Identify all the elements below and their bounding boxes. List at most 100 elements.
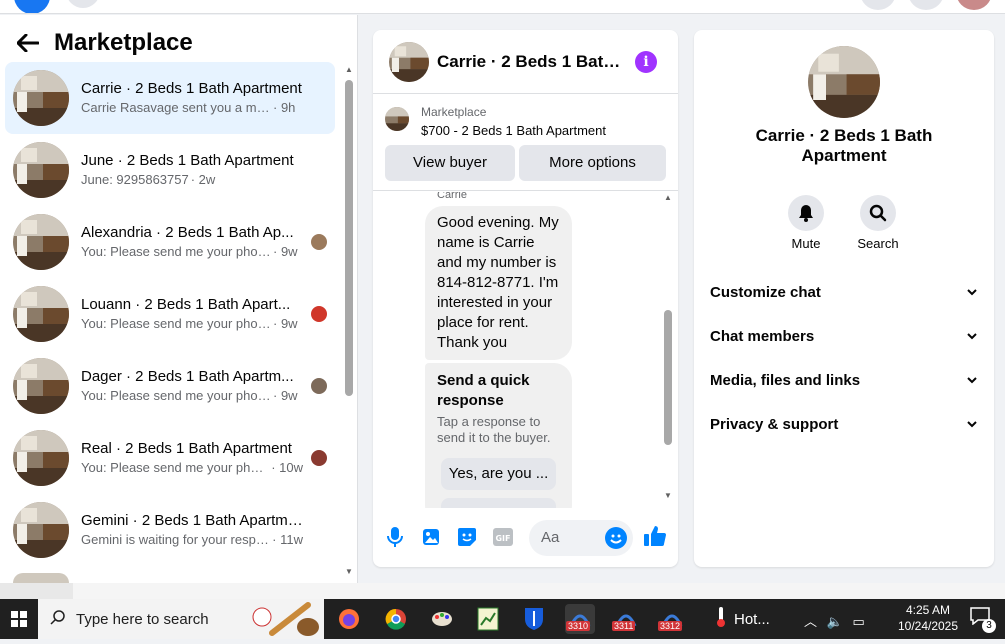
notification-center-icon[interactable]: 3: [970, 607, 996, 633]
spreadsheet-icon[interactable]: [473, 604, 503, 634]
clock-date: 10/24/2025: [897, 619, 959, 633]
conversation-time: · 2w: [190, 172, 216, 187]
quick-response-button[interactable]: Yes, are you ...: [441, 458, 556, 490]
photo-icon[interactable]: [420, 526, 442, 548]
customize-chat-section[interactable]: Customize chat: [710, 272, 978, 312]
contact-name: Carrie · 2 Beds 1 Bath Apartment: [755, 126, 933, 165]
listing-avatar: [13, 214, 69, 270]
conversation-snippet: You: Please send me your phone...: [81, 316, 271, 331]
quick-response-button[interactable]: [441, 498, 556, 508]
conversation-item[interactable]: Alexandria · 2 Beds 1 Bath Ap... You: Pl…: [5, 206, 335, 278]
search-highlight-baseball-icon: [242, 599, 322, 639]
search-icon[interactable]: [860, 195, 896, 231]
paint-icon[interactable]: [427, 604, 457, 634]
conversation-title: Louann · 2 Beds 1 Bath Apart...: [81, 296, 291, 313]
conversation-title: Gemini · 2 Beds 1 Bath Apartment: [81, 512, 303, 529]
conversation-item[interactable]: June · 2 Beds 1 Bath Apartment June: 929…: [5, 134, 335, 206]
conversation-snippet: You: Please send me your phon...: [81, 460, 270, 475]
chat-members-section[interactable]: Chat members: [710, 316, 978, 356]
conversation-item[interactable]: Gemini · 2 Beds 1 Bath Apartment Gemini …: [5, 494, 335, 566]
scroll-up-arrow-icon[interactable]: ▲: [663, 193, 673, 202]
search-icon: [50, 609, 66, 630]
listing-card: Marketplace $700 - 2 Beds 1 Bath Apartme…: [373, 95, 678, 191]
network-icon[interactable]: ▭: [852, 614, 864, 629]
sticker-icon[interactable]: [456, 526, 478, 548]
weather-text: Hot...: [734, 610, 770, 628]
conversation-snippet: You: Please send me your phone...: [81, 388, 271, 403]
view-buyer-button[interactable]: View buyer: [385, 145, 515, 181]
chat-scrollbar[interactable]: ▲ ▼: [663, 193, 673, 505]
app-window-3312[interactable]: 3312: [657, 604, 687, 634]
conversation-snippet: Gemini is waiting for your respon...: [81, 532, 271, 547]
messenger-icon[interactable]: [908, 0, 944, 10]
privacy-support-section[interactable]: Privacy & support: [710, 404, 978, 444]
mute-label: Mute: [791, 236, 821, 251]
sender-name: Carrie: [437, 192, 467, 201]
media-files-links-section[interactable]: Media, files and links: [710, 360, 978, 400]
chevron-down-icon: [966, 418, 978, 430]
chat-avatar[interactable]: [389, 41, 429, 82]
section-label: Chat members: [710, 327, 815, 345]
volume-icon[interactable]: 🔈: [827, 614, 843, 629]
window-badge: 3311: [612, 621, 636, 631]
back-arrow-icon[interactable]: [16, 31, 40, 55]
facebook-logo-icon[interactable]: [14, 0, 50, 13]
scroll-up-arrow-icon[interactable]: ▲: [344, 65, 354, 74]
gif-icon[interactable]: GIF: [492, 526, 514, 548]
chat-header: Carrie · 2 Beds 1 Bath ... i: [373, 30, 678, 94]
conversation-item[interactable]: Louann · 2 Beds 1 Bath Apart... You: Ple…: [5, 278, 335, 350]
conversation-time: · 11w: [272, 532, 303, 547]
system-clock[interactable]: 4:25 AM 10/24/2025: [894, 602, 962, 634]
windows-start-icon[interactable]: [0, 599, 38, 639]
menu-icon[interactable]: [860, 0, 896, 10]
conversation-item[interactable]: Real · 2 Beds 1 Bath Apartment You: Plea…: [5, 422, 335, 494]
scroll-down-arrow-icon[interactable]: ▼: [344, 567, 354, 576]
search-icon[interactable]: [66, 0, 100, 8]
thumbs-up-icon[interactable]: [643, 524, 669, 550]
conversation-item[interactable]: Carrie · 2 Beds 1 Bath Apartment Carrie …: [5, 62, 335, 134]
contact-avatar[interactable]: [808, 46, 880, 118]
thermometer-icon: [716, 606, 726, 632]
read-receipt-avatar: [311, 234, 327, 250]
taskbar-search-input[interactable]: Type here to search: [38, 599, 324, 639]
clock-time: 4:25 AM: [905, 603, 951, 617]
chat-title[interactable]: Carrie · 2 Beds 1 Bath ...: [437, 52, 627, 72]
emoji-icon[interactable]: [605, 527, 627, 549]
more-options-button[interactable]: More options: [519, 145, 666, 181]
app-window-3311[interactable]: 3311: [611, 604, 641, 634]
quick-response-card: Send a quick response Tap a response to …: [425, 363, 572, 508]
weather-widget[interactable]: Hot...: [716, 599, 770, 639]
sidebar-scrollbar[interactable]: ▲ ▼: [344, 65, 354, 579]
conversation-item[interactable]: Dager · 2 Beds 1 Bath Apartm... You: Ple…: [5, 350, 335, 422]
info-icon[interactable]: i: [635, 51, 657, 73]
conversation-time: · 9h: [273, 100, 296, 115]
system-tray[interactable]: ︿ 🔈 ▭: [804, 611, 865, 630]
conversation-time: · 9w: [273, 316, 298, 331]
listing-source: Marketplace: [421, 105, 487, 119]
conversation-snippet: Carrie Rasavage sent you a messag...: [81, 100, 271, 115]
chrome-icon[interactable]: [381, 604, 411, 634]
app-window-3310[interactable]: 3310: [565, 604, 595, 634]
bitwarden-icon[interactable]: [519, 604, 549, 634]
mute-action[interactable]: Mute: [776, 195, 836, 251]
microphone-icon[interactable]: [384, 526, 406, 548]
scrollbar-thumb[interactable]: [345, 80, 353, 396]
profile-avatar[interactable]: [956, 0, 992, 10]
listing-title[interactable]: $700 - 2 Beds 1 Bath Apartment: [421, 123, 606, 138]
conversation-time: · 10w: [271, 460, 303, 475]
bell-icon[interactable]: [788, 195, 824, 231]
firefox-icon[interactable]: [334, 604, 364, 634]
chevron-down-icon: [966, 330, 978, 342]
window-badge: 3310: [566, 621, 591, 631]
notification-count: 3: [982, 619, 996, 633]
search-label: Search: [857, 236, 899, 251]
listing-avatar: [13, 573, 69, 583]
listing-thumbnail[interactable]: [385, 107, 409, 131]
page-title: Marketplace: [54, 29, 193, 56]
scroll-down-arrow-icon[interactable]: ▼: [663, 491, 673, 500]
section-label: Customize chat: [710, 283, 821, 301]
chevron-up-icon[interactable]: ︿: [804, 614, 817, 629]
scrollbar-thumb[interactable]: [664, 310, 672, 445]
search-action[interactable]: Search: [848, 195, 908, 251]
conversation-title: June · 2 Beds 1 Bath Apartment: [81, 152, 294, 169]
